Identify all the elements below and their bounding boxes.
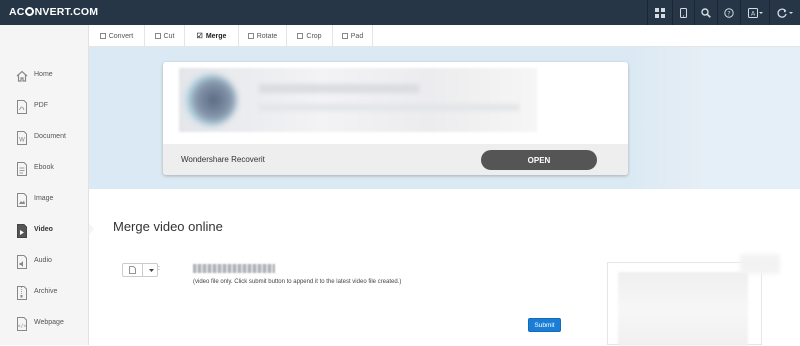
sidebar-item-label: Video [34,226,53,233]
sidebar-item-label: Audio [34,257,52,264]
grid-menu-button[interactable] [647,0,672,25]
sidebar-item-label: PDF [34,102,48,109]
sidebar-item-label: Image [34,195,54,202]
ad-side-panel [701,47,800,189]
video-icon [17,224,27,238]
sidebar-item-label: Archive [34,288,58,295]
top-navbar: AC NVERT.COM ? A [0,0,800,25]
archive-icon [17,286,27,300]
sidebar-item-label: Home [34,71,53,78]
tab-label: Convert [108,32,134,40]
blurred-filename [193,264,275,273]
language-icon: A [747,7,763,18]
sidebar-item-document[interactable]: W Document [0,123,89,154]
ad-blurred-text [259,84,419,93]
home-icon [16,70,28,82]
field-separator: : [158,265,160,272]
logo-o-icon [25,7,35,16]
checkbox-icon [154,33,161,39]
language-button[interactable]: A [740,0,769,25]
sidebar-item-label: Webpage [34,319,64,326]
tab-label: Crop [306,32,322,40]
sidebar-item-label: Document [34,133,66,140]
ad-footer: Wondershare Recoverit OPEN [163,144,628,175]
checked-checkbox-icon: ☑ [196,33,203,40]
tab-label: Cut [163,32,175,40]
tool-tabs: Convert Cut ☑ Merge Rotate Crop Pad [89,25,800,47]
sidebar-item-audio[interactable]: Audio [0,247,89,278]
active-indicator [89,223,94,235]
tab-label: Merge [205,32,227,40]
search-button[interactable] [694,0,717,25]
caret-down-icon [148,268,154,272]
dropdown-toggle[interactable] [144,264,158,276]
tab-merge[interactable]: ☑ Merge [185,25,239,47]
sidebar-item-video[interactable]: Video [0,216,89,247]
tab-pad[interactable]: Pad [333,25,373,47]
svg-text:?: ? [727,9,730,17]
checkbox-icon [341,33,348,39]
pdf-icon [17,100,27,114]
checkbox-icon [247,33,254,39]
page-title: Merge video online [113,219,223,234]
submit-button[interactable]: Submit [528,318,561,332]
ad-fade [629,47,701,189]
site-logo[interactable]: AC NVERT.COM [9,6,98,18]
tab-label: Rotate [256,32,278,40]
sidebar-item-pdf[interactable]: PDF [0,92,89,123]
refresh-button[interactable] [769,0,800,25]
tab-rotate[interactable]: Rotate [239,25,287,47]
ad-open-button[interactable]: OPEN [481,150,597,170]
ad-brand-name: Wondershare Recoverit [181,155,265,164]
upload-hint: (video file only. Click submit button to… [193,279,402,285]
file-button[interactable] [123,264,143,276]
grid-icon [655,7,665,18]
file-icon [129,266,136,274]
checkbox-icon [297,33,304,39]
sidebar-item-ebook[interactable]: Ebook [0,154,89,185]
checkbox-icon [99,33,106,39]
ad-card[interactable]: Wondershare Recoverit OPEN [163,62,628,175]
file-source-dropdown[interactable] [122,263,158,277]
side-ad-image [618,272,748,346]
mobile-button[interactable] [672,0,694,25]
help-button[interactable]: ? [717,0,740,25]
ad-logo-image [185,74,237,126]
ebook-icon [17,162,27,176]
side-ad-label [740,254,780,274]
sidebar-item-webpage[interactable]: </> Webpage [0,309,89,340]
mobile-icon [680,7,687,18]
audio-icon [17,255,27,269]
tab-cut[interactable]: Cut [145,25,185,47]
sidebar-item-image[interactable]: Image [0,185,89,216]
sidebar: Home PDF W Document Ebook Image Video Au… [0,25,94,345]
help-icon: ? [724,7,734,18]
side-ad[interactable] [607,262,762,346]
tab-convert[interactable]: Convert [89,25,145,47]
svg-text:A: A [750,10,755,17]
document-icon: W [17,131,27,145]
search-icon [701,7,711,18]
image-icon [17,193,27,207]
refresh-icon [777,8,793,18]
svg-text:W: W [19,137,25,144]
tab-crop[interactable]: Crop [287,25,333,47]
sidebar-item-archive[interactable]: Archive [0,278,89,309]
tab-label: Pad [350,32,364,40]
sidebar-item-label: Ebook [34,164,54,171]
webpage-icon: </> [17,317,27,331]
svg-text:</>: </> [17,324,26,330]
sidebar-item-home[interactable]: Home [0,61,89,92]
ad-blurred-text [259,104,519,111]
